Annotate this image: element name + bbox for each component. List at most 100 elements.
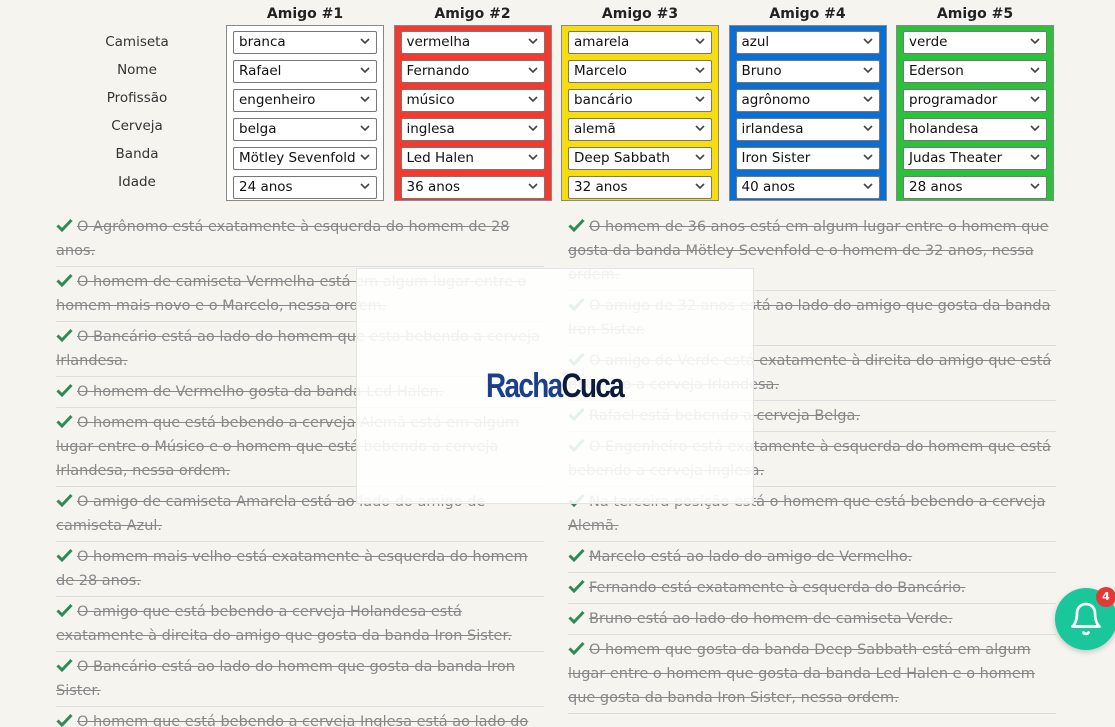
attribute-select[interactable]: Led Halen (400, 147, 545, 170)
select-value: Rafael (239, 63, 282, 79)
check-icon (56, 548, 73, 562)
select-value: 32 anos (574, 179, 628, 195)
chevron-down-icon (1030, 67, 1040, 74)
select-value: Iron Sister (741, 150, 811, 166)
check-icon (56, 273, 73, 287)
check-icon (56, 328, 73, 342)
clue-text: O homem mais velho está exatamente à esq… (56, 549, 528, 589)
check-icon (56, 713, 73, 727)
attribute-select[interactable]: agrônomo (735, 89, 880, 112)
attribute-select[interactable]: azul (735, 31, 880, 54)
attribute-select[interactable]: verde (903, 31, 1047, 54)
attribute-select[interactable]: Judas Theater (903, 147, 1047, 170)
attribute-select[interactable]: bancário (568, 89, 712, 112)
clue-item[interactable]: O Bancário está ao lado do homem que gos… (56, 652, 544, 707)
clue-item[interactable]: O homem mais velho está exatamente à esq… (56, 542, 544, 597)
attribute-select[interactable]: Ederson (903, 60, 1047, 83)
chevron-down-icon (1030, 125, 1040, 132)
chevron-down-icon (360, 38, 370, 45)
clue-text: O amigo que está bebendo a cerveja Holan… (56, 604, 512, 644)
clue-item[interactable]: O Agrônomo está exatamente à esquerda do… (56, 212, 544, 267)
clue-item[interactable]: O amigo que está bebendo a cerveja Holan… (56, 597, 544, 652)
clue-item[interactable]: O homem que está bebendo a cerveja Ingle… (56, 707, 544, 727)
check-icon (568, 548, 585, 562)
select-value: Mötley Sevenfold (239, 150, 356, 166)
friend-box: azul Bruno agrônomo irlandesa Iron Sister 40 … (728, 25, 887, 201)
attribute-select[interactable]: Rafael (233, 60, 377, 83)
attribute-select[interactable]: Fernando (400, 60, 545, 83)
attribute-select[interactable]: 36 anos (400, 176, 545, 199)
check-icon (568, 218, 585, 232)
attribute-select[interactable]: irlandesa (735, 118, 880, 141)
check-icon (56, 218, 73, 232)
chevron-down-icon (695, 125, 705, 132)
attribute-select[interactable]: 28 anos (903, 176, 1047, 199)
attribute-select[interactable]: 40 anos (735, 176, 880, 199)
attribute-select[interactable]: engenheiro (233, 89, 377, 112)
attribute-select[interactable]: Bruno (735, 60, 880, 83)
attribute-select[interactable]: Mötley Sevenfold (233, 147, 377, 170)
attribute-select[interactable]: Marcelo (568, 60, 712, 83)
friend-column: Amigo #3 amarela Marcelo bancário alemã Deep … (561, 6, 719, 201)
attribute-select[interactable]: amarela (568, 31, 712, 54)
check-icon (56, 383, 73, 397)
friend-title: Amigo #3 (601, 6, 679, 22)
clue-text: O homem que gosta da banda Deep Sabbath … (568, 642, 1035, 706)
friend-box: verde Ederson programador holandesa Judas Th… (896, 25, 1054, 201)
clue-text: Bruno está ao lado do homem de camiseta … (589, 611, 953, 627)
select-value: músico (406, 92, 455, 108)
check-icon (56, 603, 73, 617)
attribute-select[interactable]: alemã (568, 118, 712, 141)
attribute-select[interactable]: branca (233, 31, 377, 54)
chevron-down-icon (1030, 154, 1040, 161)
chevron-down-icon (695, 154, 705, 161)
rachacuca-logo: RachaCuca (486, 366, 625, 405)
chevron-down-icon (862, 96, 873, 103)
attribute-select[interactable]: holandesa (903, 118, 1047, 141)
select-value: engenheiro (239, 92, 316, 108)
select-value: irlandesa (741, 121, 804, 137)
row-label: Banda (115, 146, 159, 162)
row-label: Profissão (106, 90, 168, 106)
chevron-down-icon (695, 183, 705, 190)
chevron-down-icon (695, 67, 705, 74)
chevron-down-icon (527, 67, 538, 74)
friend-column: Amigo #2 vermelha Fernando músico inglesa Led… (393, 6, 552, 201)
row-label: Idade (118, 174, 156, 190)
select-value: Bruno (741, 63, 782, 79)
loading-overlay: RachaCuca (356, 268, 754, 504)
clue-item[interactable]: O homem que gosta da banda Deep Sabbath … (568, 635, 1056, 714)
chevron-down-icon (695, 38, 705, 45)
attribute-select[interactable]: belga (233, 118, 377, 141)
attribute-select[interactable]: músico (400, 89, 545, 112)
clue-item[interactable]: Bruno está ao lado do homem de camiseta … (568, 604, 1056, 635)
row-label: Nome (117, 62, 157, 78)
friend-title: Amigo #2 (434, 6, 511, 22)
chevron-down-icon (527, 154, 538, 161)
attribute-select[interactable]: programador (903, 89, 1047, 112)
attribute-select[interactable]: inglesa (400, 118, 545, 141)
select-value: agrônomo (741, 92, 811, 108)
chevron-down-icon (360, 67, 370, 74)
chevron-down-icon (862, 125, 873, 132)
clue-item[interactable]: Fernando está exatamente à esquerda do B… (568, 573, 1056, 604)
attribute-select[interactable]: 32 anos (568, 176, 712, 199)
select-value: alemã (574, 121, 616, 137)
clue-text: O Agrônomo está exatamente à esquerda do… (56, 219, 510, 259)
row-label: Cerveja (111, 118, 163, 134)
attribute-select[interactable]: Iron Sister (735, 147, 880, 170)
select-value: holandesa (909, 121, 979, 137)
check-icon (56, 493, 73, 507)
attribute-select[interactable]: Deep Sabbath (568, 147, 712, 170)
clue-item[interactable]: Marcelo está ao lado do amigo de Vermelh… (568, 542, 1056, 573)
attribute-select[interactable]: vermelha (400, 31, 545, 54)
clue-text: O homem que está bebendo a cerveja Ingle… (77, 714, 529, 727)
clue-text: O Bancário está ao lado do homem que gos… (56, 659, 515, 699)
chevron-down-icon (1030, 183, 1040, 190)
select-value: bancário (574, 92, 633, 108)
select-value: inglesa (406, 121, 455, 137)
chevron-down-icon (862, 38, 873, 45)
attribute-select[interactable]: 24 anos (233, 176, 377, 199)
select-value: 24 anos (239, 179, 293, 195)
select-value: vermelha (406, 34, 471, 50)
